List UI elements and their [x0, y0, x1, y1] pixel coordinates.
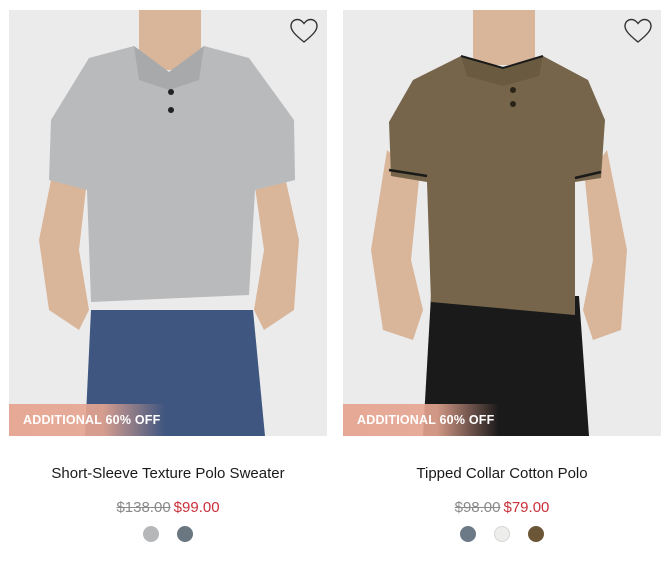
original-price: $98.00 — [454, 499, 501, 516]
product-price: $98.00 $79.00 — [343, 499, 661, 516]
promo-badge: ADDITIONAL 60% OFF — [9, 404, 165, 436]
heart-outline-icon[interactable] — [290, 18, 318, 44]
product-title[interactable]: Tipped Collar Cotton Polo — [343, 465, 661, 482]
color-swatch[interactable] — [460, 526, 476, 542]
product-photo — [371, 10, 627, 436]
color-swatches — [343, 526, 661, 542]
color-swatch[interactable] — [177, 526, 193, 542]
shirt-shape — [389, 56, 605, 315]
product-image[interactable]: ADDITIONAL 60% OFF — [9, 10, 327, 436]
color-swatch[interactable] — [528, 526, 544, 542]
promo-badge: ADDITIONAL 60% OFF — [343, 404, 499, 436]
color-swatch[interactable] — [494, 526, 510, 542]
color-swatches — [9, 526, 327, 542]
product-photo — [39, 10, 299, 436]
product-title[interactable]: Short-Sleeve Texture Polo Sweater — [9, 465, 327, 482]
product-image[interactable]: ADDITIONAL 60% OFF — [343, 10, 661, 436]
color-swatch[interactable] — [143, 526, 159, 542]
product-price: $138.00 $99.00 — [9, 499, 327, 516]
heart-outline-icon[interactable] — [624, 18, 652, 44]
original-price: $138.00 — [116, 499, 171, 516]
product-card[interactable]: ADDITIONAL 60% OFF Tipped Collar Cotton … — [343, 10, 661, 542]
sale-price: $79.00 — [503, 499, 550, 516]
sale-price: $99.00 — [173, 499, 220, 516]
product-card[interactable]: ADDITIONAL 60% OFF Short-Sleeve Texture … — [9, 10, 327, 542]
product-grid: ADDITIONAL 60% OFF Short-Sleeve Texture … — [0, 0, 668, 561]
